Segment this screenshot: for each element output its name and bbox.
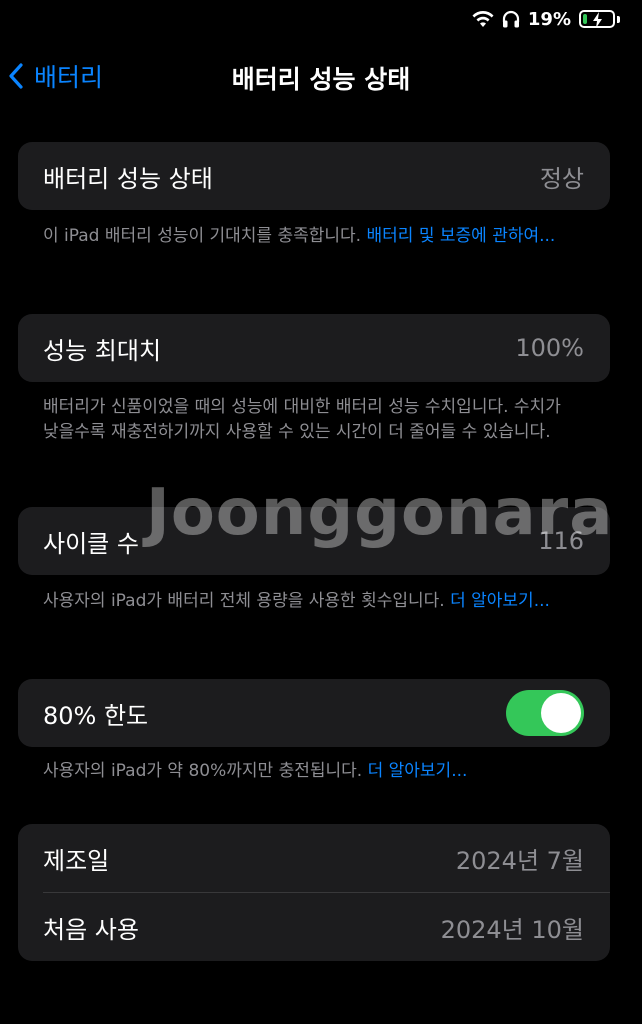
manufacture-date-value: 2024년 7월 (455, 846, 584, 875)
headphones-icon (502, 10, 520, 28)
first-use-value: 2024년 10월 (440, 915, 584, 944)
manufacture-date-label: 제조일 (43, 846, 110, 875)
battery-percent: 19% (527, 8, 571, 30)
capacity-card: 성능 최대치 100% (18, 314, 610, 382)
limit-row: 80% 한도 (18, 679, 610, 747)
health-label: 배터리 성능 상태 (43, 164, 213, 193)
health-row[interactable]: 배터리 성능 상태 정상 (18, 142, 610, 210)
limit-card: 80% 한도 (18, 679, 610, 747)
health-note-text: 이 iPad 배터리 성능이 기대치를 충족합니다. (43, 226, 367, 246)
cycle-label: 사이클 수 (43, 529, 139, 558)
health-value: 정상 (539, 164, 584, 193)
limit-footnote: 사용자의 iPad가 약 80%까지만 충전됩니다. 더 알아보기... (43, 759, 573, 784)
cycle-footnote: 사용자의 iPad가 배터리 전체 용량을 사용한 횟수입니다. 더 알아보기.… (43, 589, 573, 614)
first-use-row: 처음 사용 2024년 10월 (18, 893, 610, 961)
warranty-link[interactable]: 배터리 및 보증에 관하여... (367, 226, 556, 246)
nav-bar: 배터리 배터리 성능 상태 (0, 52, 642, 100)
limit-toggle[interactable] (506, 690, 584, 736)
status-bar: 19% (472, 6, 620, 32)
toggle-knob (541, 693, 581, 733)
cycle-learn-more-link[interactable]: 더 알아보기... (450, 591, 550, 611)
capacity-row: 성능 최대치 100% (18, 314, 610, 382)
capacity-footnote: 배터리가 신품이었을 때의 성능에 대비한 배터리 성능 수치입니다. 수치가 … (43, 397, 561, 442)
limit-learn-more-link[interactable]: 더 알아보기... (368, 761, 468, 781)
watermark: Joonggonara (146, 476, 614, 550)
limit-note-text: 사용자의 iPad가 약 80%까지만 충전됩니다. (43, 761, 368, 781)
capacity-value: 100% (515, 334, 584, 362)
battery-charging-icon (579, 10, 615, 28)
dates-card: 제조일 2024년 7월 처음 사용 2024년 10월 (18, 824, 610, 961)
cycle-note-text: 사용자의 iPad가 배터리 전체 용량을 사용한 횟수입니다. (43, 591, 451, 611)
wifi-icon (472, 10, 494, 28)
page-title: 배터리 성능 상태 (231, 65, 411, 94)
limit-label: 80% 한도 (43, 701, 149, 730)
capacity-label: 성능 최대치 (43, 336, 162, 365)
health-card: 배터리 성능 상태 정상 (18, 142, 610, 210)
health-footnote: 이 iPad 배터리 성능이 기대치를 충족합니다. 배터리 및 보증에 관하여… (43, 224, 573, 249)
first-use-label: 처음 사용 (43, 915, 139, 944)
battery-tip (617, 15, 620, 23)
manufacture-date-row: 제조일 2024년 7월 (18, 824, 610, 892)
